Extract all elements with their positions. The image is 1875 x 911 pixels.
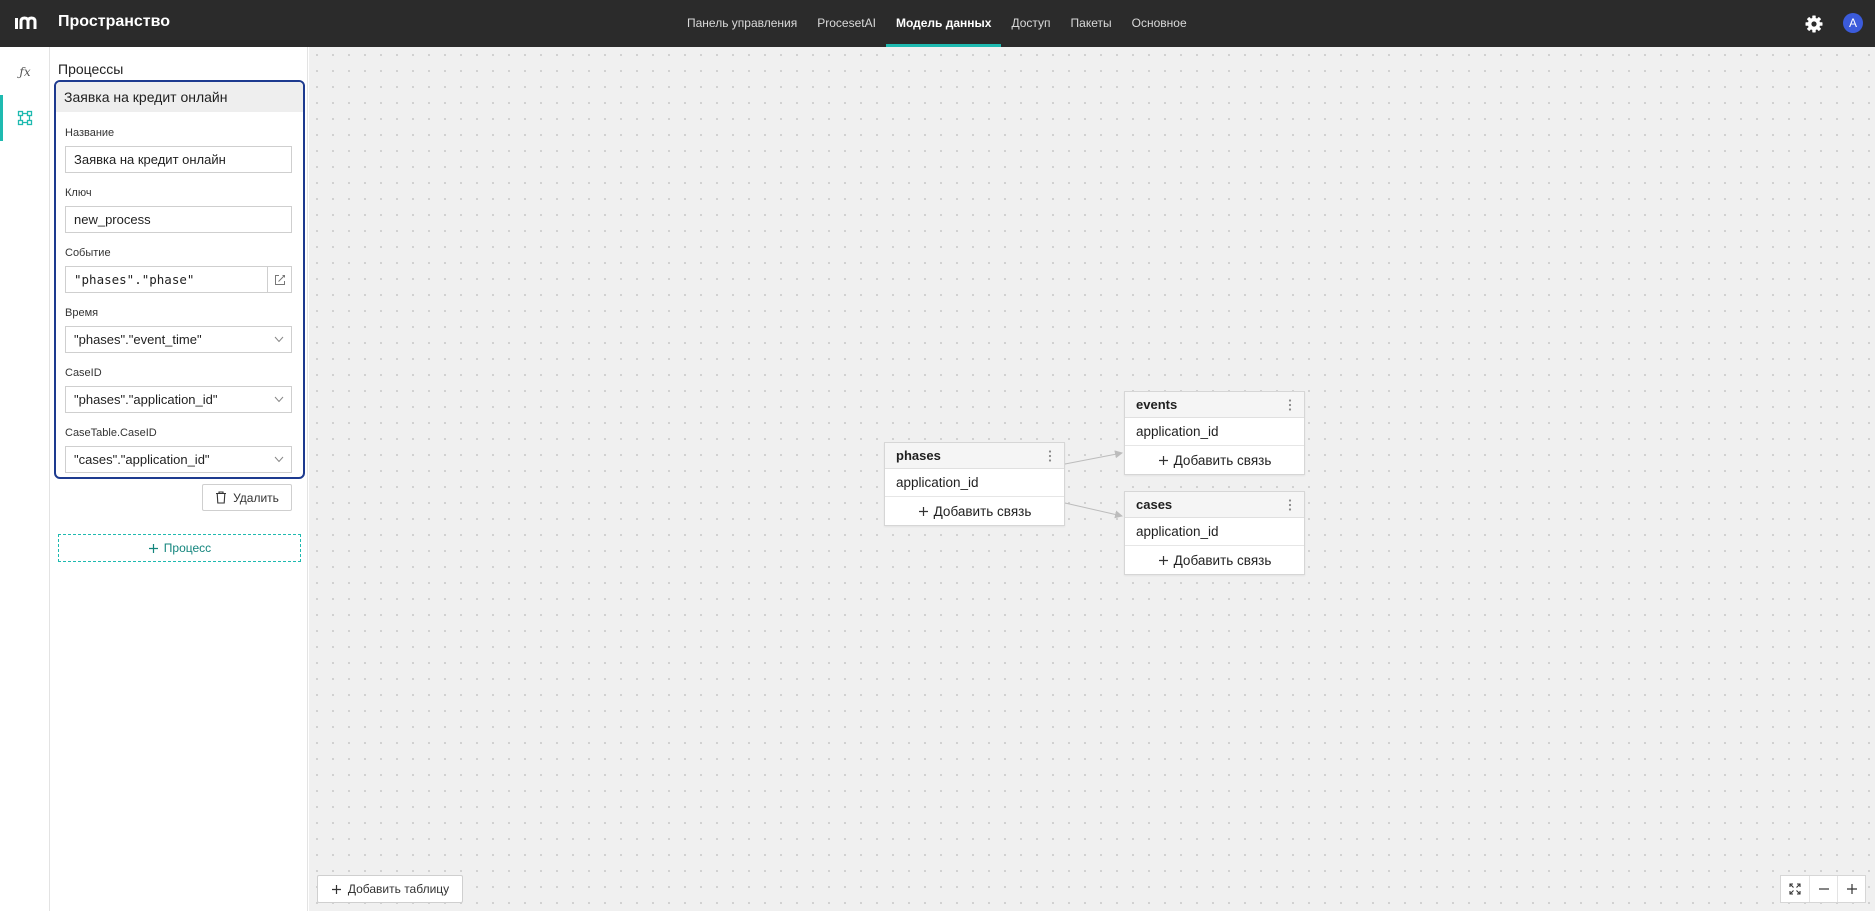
panel-title: Процессы xyxy=(58,61,124,77)
zoom-controls xyxy=(1780,875,1866,903)
more-vertical-icon[interactable] xyxy=(1284,498,1296,512)
nav-access[interactable]: Доступ xyxy=(1001,0,1060,47)
name-field[interactable]: Заявка на кредит онлайн xyxy=(65,146,292,173)
table-node-header[interactable]: phases xyxy=(885,443,1064,469)
more-vertical-icon[interactable] xyxy=(1284,398,1296,412)
process-card-header[interactable]: Заявка на кредит онлайн xyxy=(56,82,303,112)
table-node-field[interactable]: application_id xyxy=(1125,418,1304,446)
table-node-title: events xyxy=(1136,397,1178,412)
event-field[interactable]: "phases"."phase" xyxy=(65,266,292,293)
left-rail: ƒx xyxy=(0,47,50,911)
add-table-label: Добавить таблицу xyxy=(347,882,450,896)
top-bar: Пространство Панель управления ProcesetA… xyxy=(0,0,1875,47)
casetable-label: CaseTable.CaseID xyxy=(65,427,157,439)
plus-icon xyxy=(918,506,928,516)
caseid-select-value: "phases"."application_id" xyxy=(74,392,218,407)
nav-dashboard[interactable]: Панель управления xyxy=(677,0,807,47)
delete-process-button[interactable]: Удалить xyxy=(202,484,292,511)
plus-icon xyxy=(1158,555,1168,565)
nav-packages[interactable]: Пакеты xyxy=(1061,0,1122,47)
relation-edge-phases-cases xyxy=(1064,502,1123,519)
table-node-header[interactable]: cases xyxy=(1125,492,1304,518)
plus-icon xyxy=(1158,455,1168,465)
relation-edge-phases-events xyxy=(1064,450,1123,465)
add-relation-label: Добавить связь xyxy=(933,503,1032,519)
chevron-down-icon xyxy=(274,456,284,463)
add-relation-label: Добавить связь xyxy=(1173,552,1272,568)
edit-icon xyxy=(274,274,285,285)
add-process-button[interactable]: Процесс xyxy=(58,534,301,562)
zoom-out-button[interactable] xyxy=(1809,876,1837,902)
table-node-cases[interactable]: cases application_id Добавить связь xyxy=(1124,491,1305,575)
rail-item-data-model[interactable] xyxy=(0,95,50,141)
minus-icon xyxy=(1818,888,1829,890)
nav-procesetai[interactable]: ProcesetAI xyxy=(807,0,886,47)
add-table-button[interactable]: Добавить таблицу xyxy=(317,875,463,903)
app-logo-icon[interactable] xyxy=(14,13,38,33)
time-select-value: "phases"."event_time" xyxy=(74,332,202,347)
casetable-select[interactable]: "cases"."application_id" xyxy=(65,446,292,473)
main-nav: Панель управления ProcesetAI Модель данн… xyxy=(677,0,1197,47)
user-avatar[interactable]: A xyxy=(1843,13,1863,33)
nav-general[interactable]: Основное xyxy=(1122,0,1197,47)
trash-icon xyxy=(216,491,227,504)
data-model-icon xyxy=(17,110,33,126)
time-select[interactable]: "phases"."event_time" xyxy=(65,326,292,353)
plus-icon xyxy=(331,884,341,894)
fx-icon: ƒx xyxy=(19,65,31,79)
time-label: Время xyxy=(65,307,99,319)
fit-view-button[interactable] xyxy=(1781,876,1809,902)
add-relation-button[interactable]: Добавить связь xyxy=(1125,446,1304,474)
key-field[interactable]: new_process xyxy=(65,206,292,233)
edit-expression-button[interactable] xyxy=(267,267,291,292)
relation-edges xyxy=(1064,450,1123,519)
app-title: Пространство xyxy=(58,13,171,30)
table-node-phases[interactable]: phases application_id Добавить связь xyxy=(884,442,1065,526)
zoom-in-button[interactable] xyxy=(1837,876,1865,902)
name-label: Название xyxy=(65,127,115,139)
chevron-down-icon xyxy=(274,396,284,403)
key-label: Ключ xyxy=(65,187,92,199)
table-node-field[interactable]: application_id xyxy=(1125,518,1304,546)
nav-data-model[interactable]: Модель данных xyxy=(885,0,1002,47)
table-node-title: phases xyxy=(896,448,941,463)
caseid-label: CaseID xyxy=(65,367,102,379)
table-node-title: cases xyxy=(1136,497,1173,512)
caseid-select[interactable]: "phases"."application_id" xyxy=(65,386,292,413)
chevron-down-icon xyxy=(274,336,284,343)
add-relation-label: Добавить связь xyxy=(1173,452,1272,468)
gear-icon[interactable] xyxy=(1804,14,1824,34)
event-label: Событие xyxy=(65,247,111,259)
rail-item-functions[interactable]: ƒx xyxy=(0,49,50,95)
add-process-label: Процесс xyxy=(163,541,212,555)
casetable-select-value: "cases"."application_id" xyxy=(74,452,210,467)
more-vertical-icon[interactable] xyxy=(1044,449,1056,463)
delete-process-label: Удалить xyxy=(233,490,279,505)
data-model-canvas[interactable]: phases application_id Добавить связь eve… xyxy=(309,47,1875,911)
process-card: Заявка на кредит онлайн Название Заявка … xyxy=(54,80,305,479)
add-relation-button[interactable]: Добавить связь xyxy=(1125,546,1304,574)
table-node-header[interactable]: events xyxy=(1125,392,1304,418)
plus-icon xyxy=(148,543,158,553)
table-node-field[interactable]: application_id xyxy=(885,469,1064,497)
table-node-events[interactable]: events application_id Добавить связь xyxy=(1124,391,1305,475)
plus-icon xyxy=(1846,884,1857,894)
event-field-value: "phases"."phase" xyxy=(74,272,195,287)
fit-view-icon xyxy=(1789,883,1801,895)
processes-panel: Процессы Заявка на кредит онлайн Названи… xyxy=(50,47,308,911)
add-relation-button[interactable]: Добавить связь xyxy=(885,497,1064,525)
